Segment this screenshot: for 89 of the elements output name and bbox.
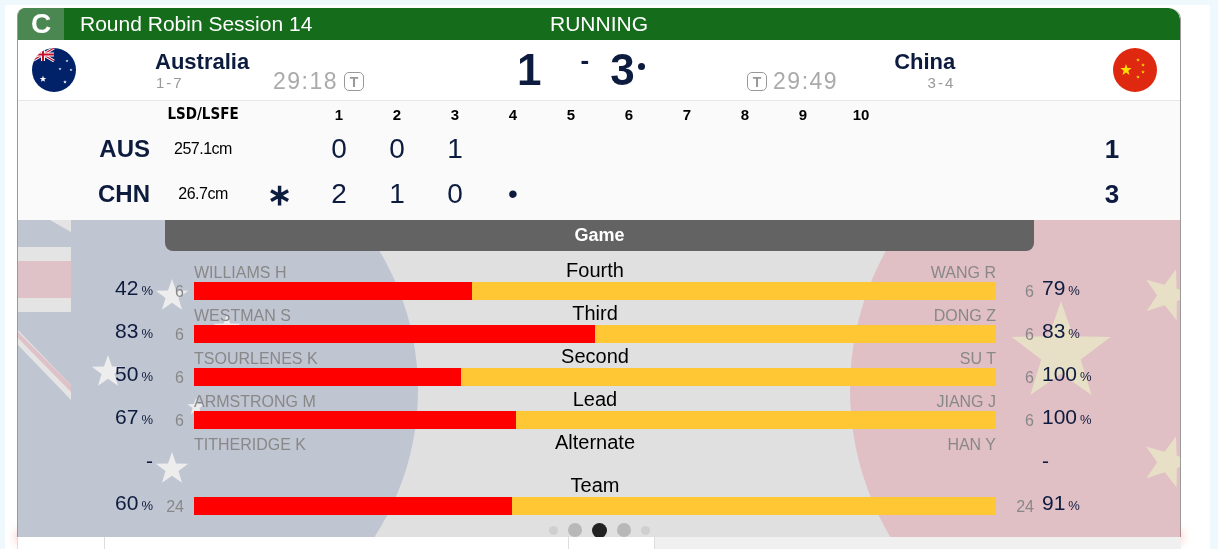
shot-count: 6 [1025,412,1034,430]
team-name: Australia [155,49,251,74]
column-header: 8 [739,105,751,123]
percentage: 100% [1042,364,1092,387]
shot-count: 24 [166,498,184,516]
percentage: 67% [115,407,153,430]
column-header: LSD/LSFE [166,105,240,123]
end-score: 0 [388,133,406,165]
lsd-cell-text: 26.7cm [177,185,229,203]
star-shape [155,452,189,483]
percentage: - [1042,451,1049,473]
percentage: 42% [115,278,153,301]
column-header: 1 [333,105,345,123]
stripe-shape [18,247,71,312]
percentage: 91% [1042,493,1080,516]
team-record: 3-4 [927,73,956,91]
percentage: 100% [1042,407,1092,430]
pager-dot[interactable] [567,523,582,537]
position-label: Alternate [554,431,636,454]
shot-count: 6 [175,412,184,430]
column-header: 2 [391,105,403,123]
pager-dot[interactable] [616,523,631,537]
column-header: 4 [507,105,519,123]
lsd-cell-text: 257.1cm [173,140,233,158]
end-score: 1 [388,178,406,210]
team-code: AUS [98,135,151,163]
player-name: TITHERIDGE K [194,436,306,454]
session-title: Round Robin Session 14 [80,12,313,36]
column-header: 5 [565,105,577,123]
percentage: 50% [115,364,153,387]
shot-count: 24 [1016,498,1034,516]
end-score: • [507,178,519,210]
score-separator: - [580,44,590,76]
flag-icon [32,48,76,92]
star-shape [155,279,189,310]
player-name: WESTMAN S [194,307,291,325]
percentage: 83% [1042,321,1080,344]
column-header: 3 [449,105,461,123]
flag-icon [1113,48,1157,92]
shot-count: 6 [1025,326,1034,344]
pager-dot[interactable] [591,522,607,537]
player-name: SU T [959,350,996,368]
shot-count: 6 [175,283,184,301]
game-status: RUNNING [550,12,648,36]
column-header: 10 [851,105,871,123]
star-shape [1145,436,1180,488]
end-score: 1 [446,133,464,165]
player-name: JIANG J [936,393,996,411]
team-code: CHN [97,180,151,208]
game-clock: 29:18 [273,68,339,95]
player-name: ARMSTRONG M [194,393,316,411]
position-label: Team [570,474,620,497]
column-header: 6 [623,105,635,123]
stripe-shape [18,330,71,400]
percentage: 60% [115,493,153,516]
total-score: 3 [1103,178,1121,210]
star-shape [1145,269,1180,321]
player-name: WANG R [930,264,996,282]
player-name: DONG Z [933,307,996,325]
position-label: Fourth [566,259,624,282]
team-record: 1-7 [156,73,185,91]
shot-count: 6 [1025,283,1034,301]
position-label: Lead [572,388,618,411]
game-clock: 29:49 [773,68,839,95]
sheet-badge: C [18,8,64,40]
team-score: 3 [610,45,635,95]
position-label: Second [561,345,629,368]
percentage: 83% [115,321,153,344]
column-header: 7 [681,105,693,123]
player-name: HAN Y [947,436,996,454]
end-score: 0 [330,133,348,165]
timeout-button[interactable]: T [747,72,768,91]
team-score: 1 [517,45,542,95]
shot-count: 6 [175,326,184,344]
shot-count: 6 [175,369,184,387]
player-name: TSOURLENES K [194,350,318,368]
percentage: 79% [1042,278,1080,301]
position-label: Third [572,302,618,325]
game-tab[interactable]: Game [165,220,1034,251]
player-name: WILLIAMS H [194,264,287,282]
end-score: 2 [330,178,348,210]
total-score: 1 [1103,133,1121,165]
lsfe-mark: ∗ [265,176,293,212]
column-header: 9 [797,105,809,123]
timeout-button[interactable]: T [344,72,365,91]
end-score: 0 [446,178,464,210]
percentage: - [146,451,153,473]
team-name: China [894,49,956,74]
shot-count: 6 [1025,369,1034,387]
